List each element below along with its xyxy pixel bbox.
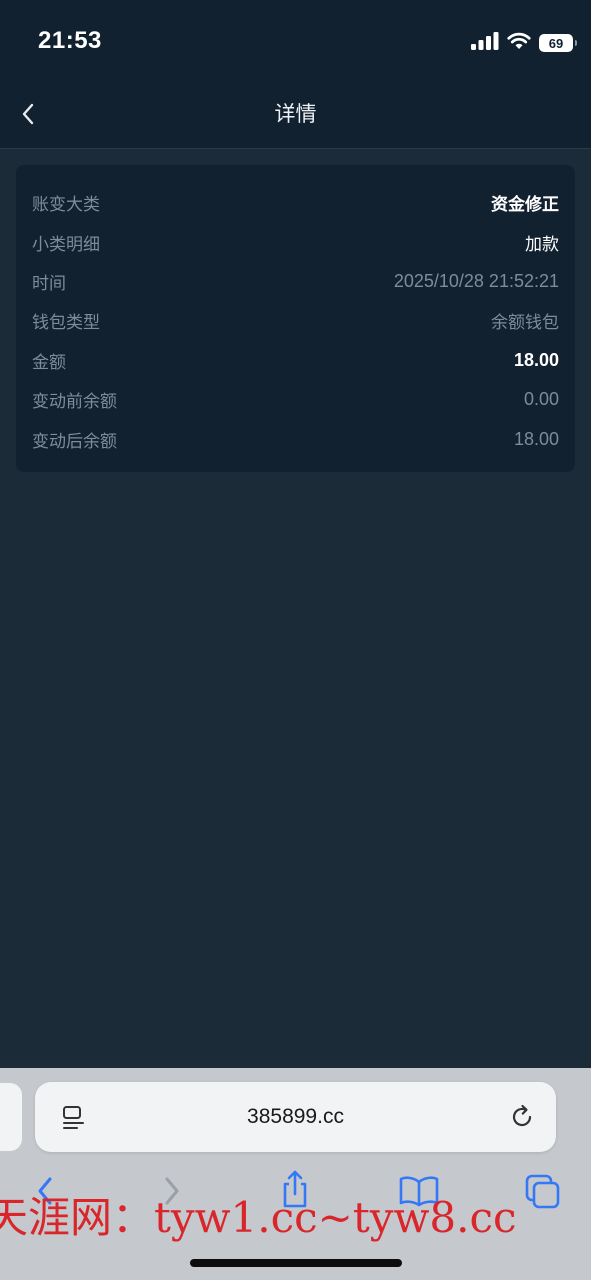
detail-row-category: 账变大类 资金修正	[32, 183, 559, 222]
detail-value: 18.00	[513, 349, 559, 370]
detail-label: 时间	[32, 273, 66, 294]
home-indicator[interactable]	[190, 1259, 402, 1267]
detail-row-balance-after: 变动后余额 18.00	[32, 419, 559, 458]
detail-row-subcategory: 小类明细 加款	[32, 222, 559, 261]
address-bar[interactable]: 385899.cc	[35, 1082, 556, 1152]
url-text[interactable]: 385899.cc	[35, 1082, 556, 1152]
detail-row-balance-before: 变动前余额 0.00	[32, 380, 559, 419]
detail-value: 18.00	[513, 428, 559, 449]
wifi-icon	[507, 32, 531, 54]
detail-value: 加款	[525, 234, 559, 255]
reload-icon[interactable]	[508, 1103, 536, 1135]
detail-label: 钱包类型	[32, 313, 100, 334]
detail-label: 变动前余额	[32, 392, 117, 413]
browser-toolbar: 385899.cc	[0, 1068, 591, 1280]
previous-tab-peek[interactable]	[0, 1083, 22, 1151]
detail-label: 小类明细	[32, 234, 100, 255]
detail-value: 资金修正	[491, 195, 559, 216]
detail-value: 余额钱包	[491, 313, 559, 334]
detail-row-time: 时间 2025/10/28 21:52:21	[32, 262, 559, 301]
detail-row-amount: 金额 18.00	[32, 341, 559, 380]
detail-label: 金额	[32, 352, 66, 373]
detail-value: 2025/10/28 21:52:21	[393, 270, 559, 291]
status-time: 21:53	[38, 27, 102, 54]
status-icons: 69	[471, 32, 577, 54]
top-bar: 21:53 69 详情	[0, 0, 591, 149]
page-title: 详情	[274, 102, 317, 126]
detail-label: 变动后余额	[32, 431, 117, 452]
watermark-text: 天涯网：tyw1.cc~tyw8.cc	[0, 1193, 517, 1242]
battery-icon: 69	[539, 34, 577, 52]
detail-value: 0.00	[523, 389, 559, 410]
signal-icon	[471, 32, 499, 54]
detail-card: 账变大类 资金修正 小类明细 加款 时间 2025/10/28 21:52:21…	[16, 165, 575, 472]
detail-label: 账变大类	[32, 195, 100, 216]
detail-row-wallet-type: 钱包类型 余额钱包	[32, 301, 559, 340]
